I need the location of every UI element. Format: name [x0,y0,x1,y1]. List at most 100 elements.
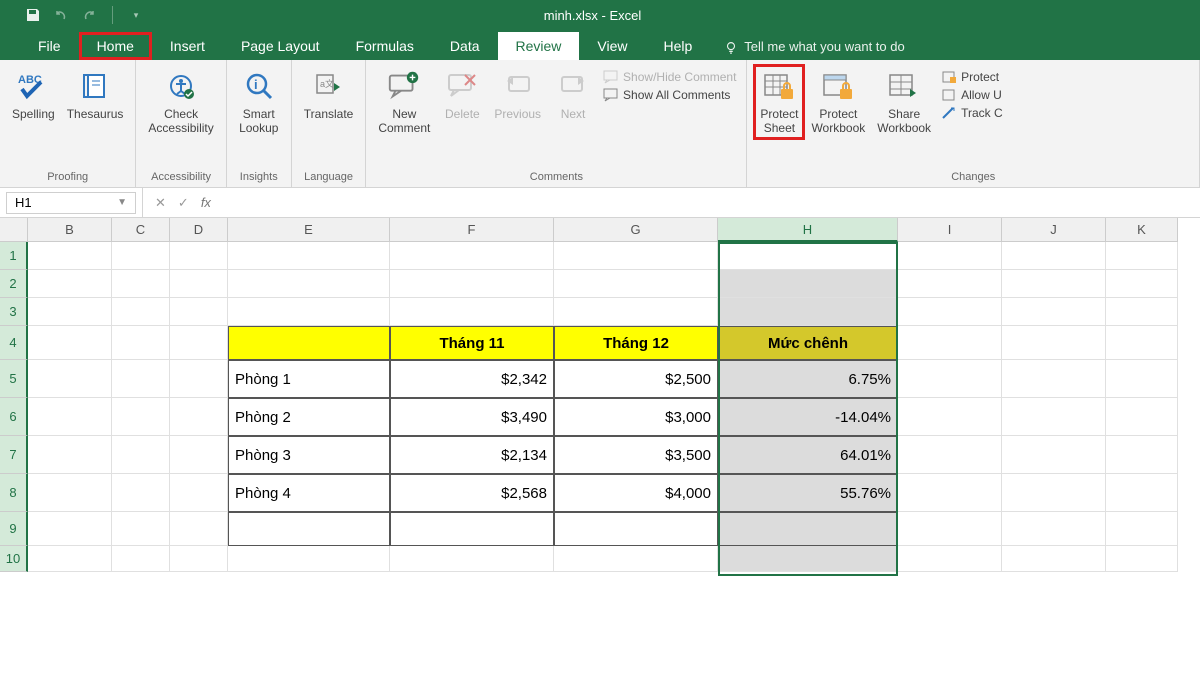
cell-pct[interactable]: 6.75% [718,360,898,398]
cell[interactable] [170,398,228,436]
cell[interactable] [112,436,170,474]
cell[interactable] [28,360,112,398]
cell[interactable] [898,474,1002,512]
cell[interactable] [170,242,228,270]
cell[interactable] [1002,298,1106,326]
cell[interactable] [170,270,228,298]
cell-t12[interactable]: $4,000 [554,474,718,512]
cell[interactable] [1106,436,1178,474]
cell[interactable] [554,298,718,326]
col-header-D[interactable]: D [170,218,228,242]
cell[interactable] [1002,512,1106,546]
cell[interactable] [898,360,1002,398]
formula-input[interactable] [223,188,1200,217]
cell[interactable] [170,512,228,546]
col-header-I[interactable]: I [898,218,1002,242]
cell[interactable] [1002,398,1106,436]
cell[interactable] [112,474,170,512]
cell[interactable] [718,298,898,326]
cell-pct[interactable]: -14.04% [718,398,898,436]
cell[interactable] [170,546,228,572]
cell[interactable] [28,474,112,512]
save-icon[interactable] [24,6,42,24]
tab-insert[interactable]: Insert [152,32,223,60]
cell[interactable] [1106,270,1178,298]
cell[interactable] [390,242,554,270]
cell[interactable] [1002,474,1106,512]
track-changes-button[interactable]: Track C [941,106,1003,120]
tab-home[interactable]: Home [79,32,152,60]
cell[interactable] [1106,398,1178,436]
translate-button[interactable]: a文 Translate [298,64,360,126]
cell[interactable] [228,512,390,546]
cell[interactable] [1106,242,1178,270]
table-header-t12[interactable]: Tháng 12 [554,326,718,360]
cell[interactable] [28,242,112,270]
cell[interactable] [228,242,390,270]
table-header-pct[interactable]: Mức chênh [718,326,898,360]
cell[interactable] [1106,326,1178,360]
cell-t11[interactable]: $2,568 [390,474,554,512]
next-comment-button[interactable]: Next [547,64,599,126]
row-header-9[interactable]: 9 [0,512,28,546]
col-header-F[interactable]: F [390,218,554,242]
col-header-H[interactable]: H [718,218,898,242]
thesaurus-button[interactable]: Thesaurus [61,64,130,126]
cell-room[interactable]: Phòng 4 [228,474,390,512]
cell[interactable] [1106,298,1178,326]
undo-icon[interactable] [52,6,70,24]
smart-lookup-button[interactable]: i Smart Lookup [233,64,285,140]
tell-me-search[interactable]: Tell me what you want to do [710,33,918,60]
cell[interactable] [112,298,170,326]
cell[interactable] [898,512,1002,546]
spreadsheet-grid[interactable]: B C D E F G H I J K 1 2 3 4 Tháng 11 Thá… [0,218,1200,572]
cell[interactable] [228,298,390,326]
cell-pct[interactable]: 64.01% [718,436,898,474]
cell[interactable] [112,326,170,360]
cell[interactable] [554,270,718,298]
table-header-t11[interactable]: Tháng 11 [390,326,554,360]
check-accessibility-button[interactable]: Check Accessibility [142,64,219,140]
spelling-button[interactable]: ABC Spelling [6,64,61,126]
row-header-1[interactable]: 1 [0,242,28,270]
cell[interactable] [1002,360,1106,398]
cell-t12[interactable]: $3,500 [554,436,718,474]
cell[interactable] [390,512,554,546]
show-all-comments-button[interactable]: Show All Comments [603,88,736,102]
new-comment-button[interactable]: New Comment [372,64,436,140]
chevron-down-icon[interactable]: ▼ [117,197,127,208]
cell[interactable] [898,436,1002,474]
cell[interactable] [898,270,1002,298]
cell[interactable] [28,298,112,326]
delete-comment-button[interactable]: Delete [436,64,488,126]
cell[interactable] [28,326,112,360]
cell[interactable] [898,298,1002,326]
cell[interactable] [28,546,112,572]
cell[interactable] [718,546,898,572]
tab-view[interactable]: View [579,32,645,60]
cell[interactable] [228,270,390,298]
col-header-G[interactable]: G [554,218,718,242]
redo-icon[interactable] [80,6,98,24]
cell-room[interactable]: Phòng 3 [228,436,390,474]
col-header-C[interactable]: C [112,218,170,242]
cell[interactable] [1002,326,1106,360]
cancel-formula-icon[interactable]: ✕ [155,195,166,211]
cell[interactable] [1002,242,1106,270]
cell[interactable] [28,512,112,546]
cell[interactable] [1002,436,1106,474]
select-all-corner[interactable] [0,218,28,242]
cell[interactable] [718,270,898,298]
cell[interactable] [170,436,228,474]
cell-t11[interactable]: $2,134 [390,436,554,474]
cell-t12[interactable]: $3,000 [554,398,718,436]
show-hide-comment-button[interactable]: Show/Hide Comment [603,70,736,84]
tab-formulas[interactable]: Formulas [338,32,432,60]
cell[interactable] [112,398,170,436]
tab-page-layout[interactable]: Page Layout [223,32,338,60]
cell-room[interactable]: Phòng 2 [228,398,390,436]
row-header-2[interactable]: 2 [0,270,28,298]
row-header-10[interactable]: 10 [0,546,28,572]
row-header-4[interactable]: 4 [0,326,28,360]
col-header-K[interactable]: K [1106,218,1178,242]
